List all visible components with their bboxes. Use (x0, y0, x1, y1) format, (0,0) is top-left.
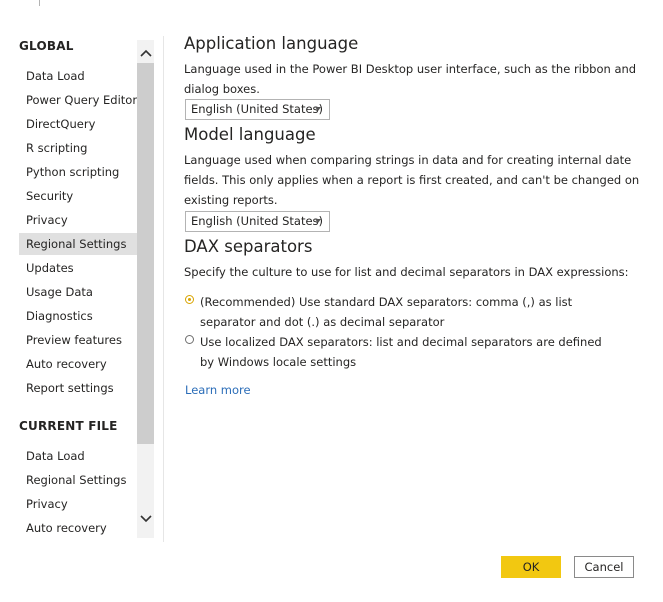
sidebar-scrollbar-thumb[interactable] (137, 63, 154, 444)
scroll-down-button[interactable] (137, 508, 154, 530)
application-language-heading: Application language (184, 34, 359, 53)
radio-localized[interactable] (185, 335, 194, 344)
global-section-header: GLOBAL (19, 39, 74, 53)
sidebar-item-file-regional-settings[interactable]: Regional Settings (19, 469, 137, 491)
sidebar-item-report-settings[interactable]: Report settings (19, 377, 137, 399)
model-language-value: English (United States) (191, 214, 324, 228)
application-language-dropdown[interactable]: English (United States) (185, 99, 330, 120)
learn-more-link[interactable]: Learn more (185, 383, 251, 397)
options-sidebar: GLOBAL Data Load Power Query Editor Dire… (0, 0, 155, 545)
ok-button[interactable]: OK (501, 556, 561, 578)
dropdown-caret-icon (315, 219, 321, 223)
dax-separators-description: Specify the culture to use for list and … (184, 265, 629, 279)
model-language-dropdown[interactable]: English (United States) (185, 211, 330, 232)
sidebar-item-r-scripting[interactable]: R scripting (19, 137, 137, 159)
chevron-down-icon (139, 515, 152, 523)
sidebar-item-diagnostics[interactable]: Diagnostics (19, 305, 137, 327)
dax-localized-label: Use localized DAX separators: list and d… (200, 335, 602, 369)
dax-recommended-label: (Recommended) Use standard DAX separator… (200, 295, 573, 329)
sidebar-item-file-auto-recovery[interactable]: Auto recovery (19, 517, 137, 539)
sidebar-item-privacy[interactable]: Privacy (19, 209, 137, 231)
sidebar-item-usage-data[interactable]: Usage Data (19, 281, 137, 303)
model-language-heading: Model language (184, 125, 316, 144)
sidebar-item-python-scripting[interactable]: Python scripting (19, 161, 137, 183)
sidebar-item-file-data-load[interactable]: Data Load (19, 445, 137, 467)
sidebar-item-regional-settings[interactable]: Regional Settings (19, 233, 137, 255)
dropdown-caret-icon (315, 107, 321, 111)
panel-divider (163, 36, 164, 542)
sidebar-item-file-privacy[interactable]: Privacy (19, 493, 137, 515)
sidebar-item-data-load[interactable]: Data Load (19, 65, 137, 87)
sidebar-item-auto-recovery[interactable]: Auto recovery (19, 353, 137, 375)
sidebar-item-directquery[interactable]: DirectQuery (19, 113, 137, 135)
sidebar-item-preview-features[interactable]: Preview features (19, 329, 137, 351)
radio-recommended[interactable] (185, 295, 194, 304)
chevron-up-icon (139, 49, 152, 57)
sidebar-item-security[interactable]: Security (19, 185, 137, 207)
scroll-up-button[interactable] (137, 42, 154, 64)
current-file-section-header: CURRENT FILE (19, 419, 118, 433)
application-language-description: Language used in the Power BI Desktop us… (184, 62, 637, 96)
application-language-value: English (United States) (191, 102, 324, 116)
cancel-button[interactable]: Cancel (574, 556, 634, 578)
model-language-description: Language used when comparing strings in … (184, 153, 640, 207)
sidebar-item-power-query-editor[interactable]: Power Query Editor (19, 89, 137, 111)
sidebar-item-updates[interactable]: Updates (19, 257, 137, 279)
dax-separators-heading: DAX separators (184, 237, 313, 256)
